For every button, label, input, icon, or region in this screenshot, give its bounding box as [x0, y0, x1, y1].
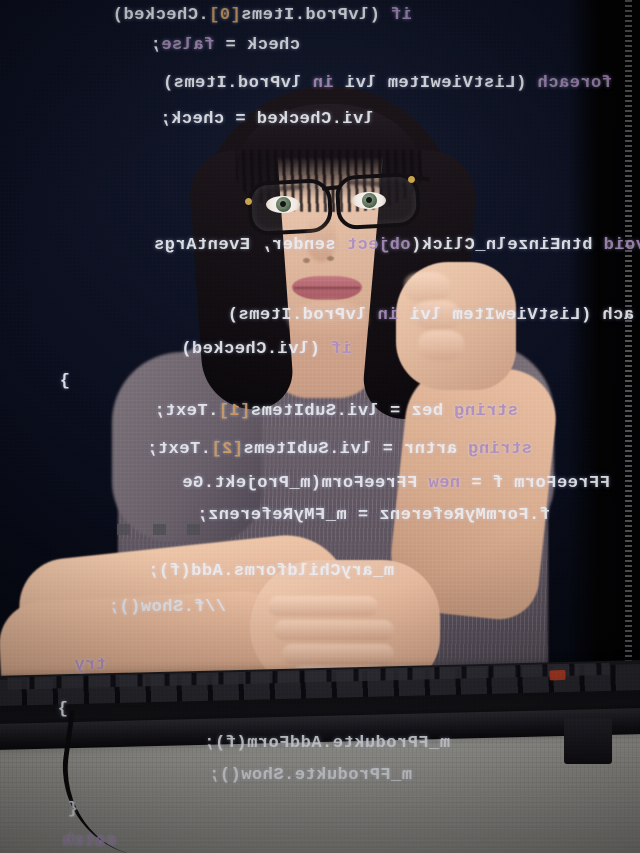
vignette-overlay	[0, 0, 640, 853]
screenshot-canvas: if (lvProd.Items[0].Checked)check = fals…	[0, 0, 640, 853]
